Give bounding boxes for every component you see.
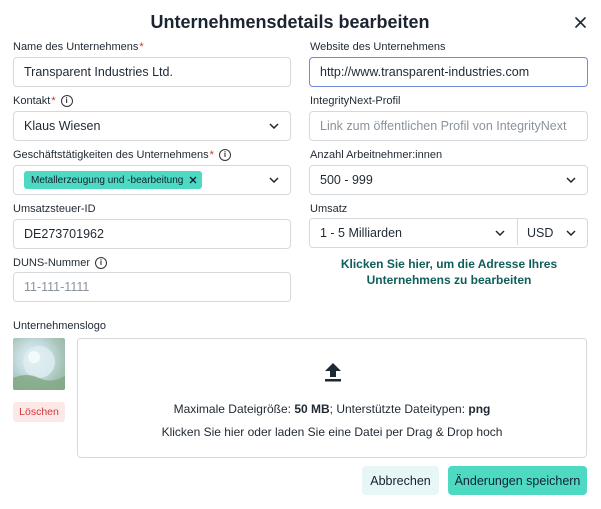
activity-chip-label: Metallerzeugung und -bearbeitung [31, 174, 184, 186]
company-name-field[interactable] [13, 57, 291, 87]
logo-thumbnail [13, 338, 65, 390]
dropzone-hint: Klicken Sie hier oder laden Sie eine Dat… [161, 425, 503, 439]
chevron-down-icon [565, 174, 577, 186]
duns-field[interactable] [13, 272, 291, 302]
chevron-down-icon [268, 120, 280, 132]
contact-select[interactable]: Klaus Wiesen [13, 111, 291, 141]
activities-multiselect[interactable]: Metallerzeugung und -bearbeitung [13, 165, 291, 195]
edit-address-link-line1: Klicken Sie hier, um die Adresse Ihres [340, 257, 558, 271]
edit-company-dialog: Unternehmensdetails bearbeiten Name des … [0, 0, 601, 509]
website-input[interactable] [320, 65, 577, 79]
contact-label: Kontakt * i [13, 95, 73, 107]
contact-selected-value: Klaus Wiesen [24, 119, 101, 133]
dialog-title: Unternehmensdetails bearbeiten [150, 12, 430, 32]
required-marker: * [209, 149, 214, 161]
vat-label: Umsatzsteuer-ID [13, 203, 96, 215]
revenue-selected-value: 1 - 5 Milliarden [320, 226, 402, 240]
chevron-down-icon [565, 227, 577, 239]
integrity-profile-field[interactable] [309, 111, 588, 141]
required-marker: * [139, 41, 144, 53]
save-changes-button[interactable]: Änderungen speichern [448, 466, 587, 495]
edit-address-link[interactable]: Klicken Sie hier, um die Adresse Ihres U… [310, 256, 588, 288]
currency-select[interactable]: USD [517, 226, 587, 240]
info-icon[interactable]: i [95, 257, 107, 269]
x-icon[interactable] [189, 176, 197, 184]
chevron-down-icon [494, 227, 506, 239]
close-button[interactable] [571, 13, 589, 31]
duns-input[interactable] [24, 280, 280, 294]
vat-input[interactable] [24, 227, 280, 241]
employees-select[interactable]: 500 - 999 [309, 165, 588, 195]
logo-label: Unternehmenslogo [13, 320, 106, 332]
revenue-divider [517, 219, 518, 245]
duns-label: DUNS-Nummer i [13, 257, 107, 269]
vat-field[interactable] [13, 219, 291, 249]
employees-label: Anzahl Arbeitnehmer:innen [310, 149, 443, 161]
logo-dropzone[interactable]: Maximale Dateigröße: 50 MB; Unterstützte… [77, 338, 587, 458]
upload-icon [325, 363, 341, 382]
required-marker: * [51, 95, 56, 107]
integrity-profile-input[interactable] [320, 119, 577, 133]
website-field[interactable] [309, 57, 588, 87]
edit-address-link-line2: Unternehmens zu bearbeiten [366, 273, 532, 287]
activity-chip: Metallerzeugung und -bearbeitung [24, 171, 203, 189]
dropzone-limits: Maximale Dateigröße: 50 MB; Unterstützte… [173, 402, 491, 416]
revenue-select[interactable]: 1 - 5 Milliarden [320, 226, 516, 240]
info-icon[interactable]: i [60, 95, 73, 107]
cancel-button[interactable]: Abbrechen [362, 466, 439, 495]
info-icon[interactable]: i [218, 149, 231, 161]
close-icon [574, 16, 586, 28]
chevron-down-icon [268, 174, 280, 186]
revenue-field: 1 - 5 Milliarden USD [309, 218, 588, 248]
company-name-label: Name des Unternehmens * [13, 41, 144, 53]
delete-logo-button[interactable]: Löschen [13, 402, 65, 422]
revenue-label: Umsatz [310, 203, 348, 215]
currency-selected-value: USD [527, 226, 554, 240]
integrity-profile-label: IntegrityNext-Profil [310, 95, 401, 107]
employees-selected-value: 500 - 999 [320, 173, 373, 187]
website-label: Website des Unternehmens [310, 41, 446, 53]
company-name-input[interactable] [24, 65, 280, 79]
activities-label: Geschäftstätigkeiten des Unternehmens * i [13, 149, 231, 161]
